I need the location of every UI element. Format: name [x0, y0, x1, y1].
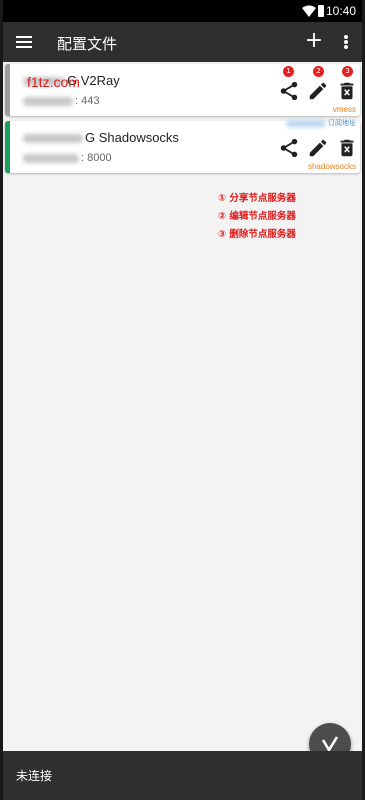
page-title: 配置文件: [57, 35, 118, 53]
bottom-bar[interactable]: 未连接: [3, 751, 362, 800]
badge-share: 1: [283, 66, 294, 77]
share-icon[interactable]: [278, 137, 300, 159]
server-address: : 8000: [23, 152, 112, 164]
delete-icon[interactable]: [336, 137, 358, 159]
status-bar: 10:40: [3, 0, 362, 22]
battery-icon: [318, 5, 324, 17]
card-stripe: [5, 121, 10, 173]
server-card-shadowsocks[interactable]: G Shadowsocks : 8000 订阅地址 shadowsocks: [5, 118, 360, 173]
annotation-edit: ② 编辑节点服务器: [218, 211, 296, 222]
edit-icon[interactable]: [307, 137, 329, 159]
share-icon[interactable]: [278, 80, 300, 102]
device-frame: 10:40 配置文件 + G V2Ray : 443 1 2 3 vmess G…: [0, 0, 365, 800]
status-time: 10:40: [325, 4, 356, 18]
protocol-tag: shadowsocks: [307, 162, 356, 171]
plus-icon[interactable]: +: [302, 29, 326, 55]
badge-edit: 2: [313, 66, 324, 77]
card-stripe: [5, 64, 10, 116]
more-vert-icon[interactable]: [336, 29, 356, 55]
hamburger-icon[interactable]: [11, 30, 37, 54]
connection-status: 未连接: [16, 769, 53, 783]
annotation-delete: ③ 删除节点服务器: [218, 229, 296, 240]
badge-delete: 3: [342, 66, 353, 77]
edit-icon[interactable]: [307, 80, 329, 102]
app-bar: 配置文件 +: [3, 22, 362, 62]
server-name: G Shadowsocks: [23, 130, 179, 145]
subscription-tag: 订阅地址: [286, 118, 356, 128]
wifi-icon: [302, 5, 316, 17]
watermark: f1tz.com: [27, 74, 80, 90]
protocol-tag: vmess: [332, 105, 356, 114]
annotation-list: ① 分享节点服务器 ② 编辑节点服务器 ③ 删除节点服务器: [218, 190, 296, 244]
delete-icon[interactable]: [336, 80, 358, 102]
server-address: : 443: [23, 95, 99, 107]
server-card-v2ray[interactable]: G V2Ray : 443 1 2 3 vmess: [5, 64, 360, 116]
app-screen: 10:40 配置文件 + G V2Ray : 443 1 2 3 vmess G…: [3, 0, 362, 800]
annotation-share: ① 分享节点服务器: [218, 193, 296, 204]
